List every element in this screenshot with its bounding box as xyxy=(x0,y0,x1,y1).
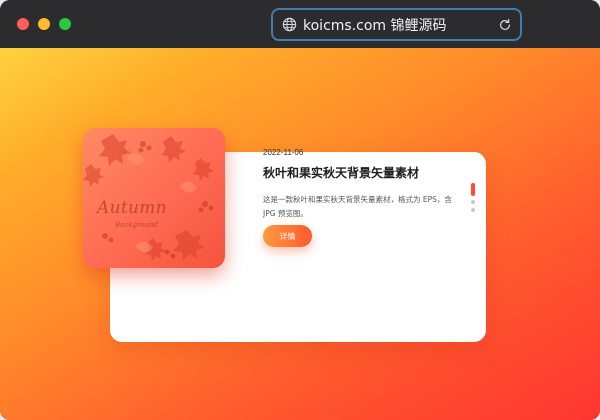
address-bar[interactable]: koicms.com 锦鲤源码 xyxy=(271,8,522,41)
pagination-dot-2[interactable] xyxy=(471,200,475,204)
thumbnail-subtitle-text: Background xyxy=(115,221,159,229)
maximize-window-button[interactable] xyxy=(59,18,71,30)
pagination-dot-3[interactable] xyxy=(471,208,475,212)
details-button[interactable]: 详情 xyxy=(263,225,312,247)
thumbnail-title-text: Autumn xyxy=(97,198,167,218)
minimize-window-button[interactable] xyxy=(38,18,50,30)
article-description: 这是一款秋叶和果实秋天背景矢量素材，格式为 EPS，含 JPG 预览图。 xyxy=(263,195,452,218)
title-bar: koicms.com 锦鲤源码 xyxy=(0,0,600,48)
address-text: koicms.com 锦鲤源码 xyxy=(303,17,447,34)
close-window-button[interactable] xyxy=(17,18,29,30)
pagination-dot-1[interactable] xyxy=(471,183,475,196)
reload-icon[interactable] xyxy=(498,18,512,32)
article-date: 2022-11-06 xyxy=(263,148,304,157)
browser-window: koicms.com 锦鲤源码 Autumn Background 2022-1… xyxy=(0,0,600,420)
article-title[interactable]: 秋叶和果实秋天背景矢量素材 xyxy=(263,164,419,181)
article-thumbnail[interactable]: Autumn Background xyxy=(83,128,225,268)
globe-icon xyxy=(282,17,297,32)
